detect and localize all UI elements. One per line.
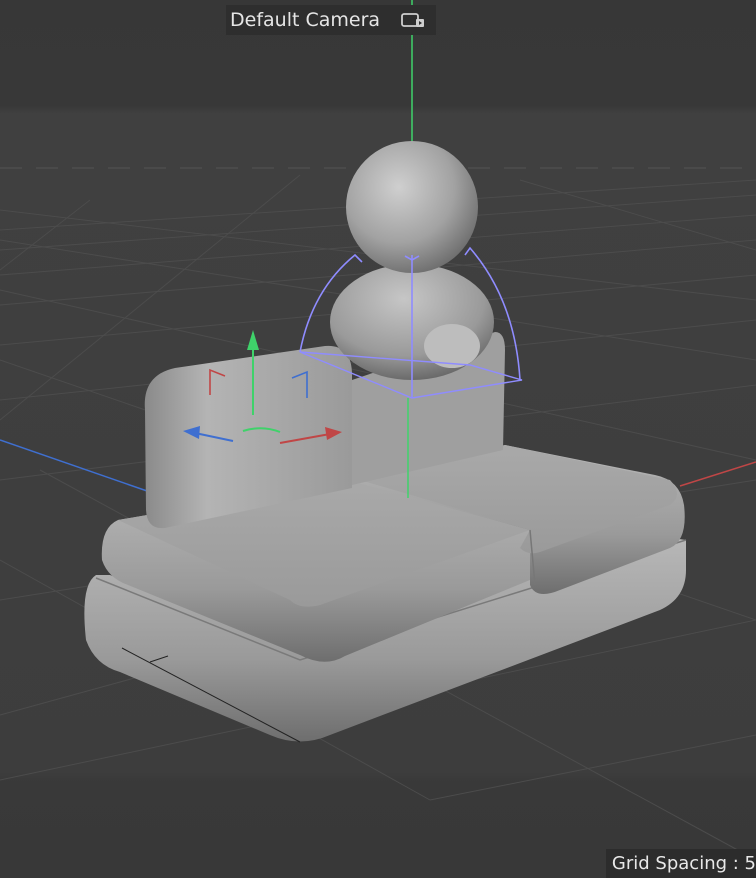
camera-label-text: Default Camera	[230, 9, 381, 31]
viewport-3d[interactable]: Default Camera Grid Spacing : 5	[0, 0, 756, 878]
grid-spacing-text: Grid Spacing : 5	[611, 853, 756, 874]
figure-head[interactable]	[346, 141, 478, 273]
camera-icon[interactable]	[400, 10, 428, 32]
scene-canvas[interactable]	[0, 0, 756, 878]
figure-hand[interactable]	[424, 324, 480, 368]
grid-spacing-status: Grid Spacing : 5	[605, 849, 756, 878]
